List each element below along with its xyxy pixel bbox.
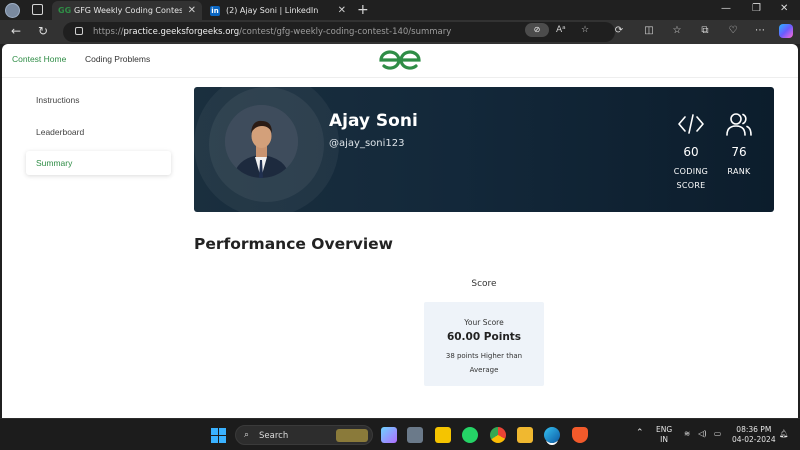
- restore-icon[interactable]: ❐: [752, 3, 761, 14]
- more-options-icon[interactable]: ⋯: [754, 25, 766, 37]
- wifi-icon[interactable]: ≋: [684, 429, 690, 439]
- performance-overview-heading: Performance Overview: [194, 235, 393, 253]
- back-icon[interactable]: ←: [11, 24, 21, 38]
- users-icon: [726, 113, 752, 136]
- score-comparison-note: 38 points Higher than Average: [445, 352, 523, 374]
- gfg-logo-icon[interactable]: [377, 48, 423, 72]
- file-explorer-icon[interactable]: [517, 427, 533, 443]
- brave-icon[interactable]: [572, 427, 588, 443]
- search-highlight-icon: [336, 429, 368, 442]
- language-indicator[interactable]: ENG IN: [656, 425, 672, 445]
- minimize-icon[interactable]: —: [721, 3, 731, 14]
- score-card: Your Score 60.00 Points 38 points Higher…: [424, 302, 544, 386]
- close-window-icon[interactable]: ✕: [780, 3, 788, 14]
- notification-bell-icon[interactable]: 🔔︎: [779, 429, 789, 439]
- copilot-app-icon[interactable]: [381, 427, 397, 443]
- close-tab-icon[interactable]: ✕: [338, 5, 346, 16]
- battery-icon[interactable]: ▭: [714, 429, 721, 439]
- whatsapp-icon[interactable]: [462, 427, 478, 443]
- collections-icon[interactable]: ⧉: [699, 25, 711, 37]
- profile-name: Ajay Soni: [329, 111, 418, 131]
- score-section-title: Score: [471, 279, 497, 289]
- gfg-favicon-icon: GG: [58, 5, 72, 15]
- chrome-icon[interactable]: [490, 427, 506, 443]
- profile-avatar-icon[interactable]: [5, 3, 20, 18]
- tracking-prevention-icon[interactable]: ⊘: [525, 23, 549, 37]
- windows-start-icon[interactable]: [211, 428, 226, 443]
- your-score-label: Your Score: [464, 318, 504, 327]
- code-icon: [678, 114, 704, 134]
- refresh-icon[interactable]: ↻: [38, 24, 48, 38]
- show-hidden-icons-icon[interactable]: ⌃: [636, 428, 644, 438]
- taskbar-search[interactable]: ⌕ Search: [235, 425, 373, 445]
- profile-handle: @ajay_soni123: [329, 138, 405, 149]
- web-page: Contest Home Coding Problems Instruction…: [2, 44, 798, 418]
- rank-stat: 76 RANK: [709, 111, 769, 179]
- taskbar: ⌕ Search ⌃ ENG IN ≋ ◁) ▭ 08:36 PM 04-02-20…: [0, 418, 800, 450]
- profile-avatar: [225, 105, 298, 178]
- copilot-icon[interactable]: [779, 24, 793, 38]
- url-text[interactable]: https://practice.geeksforgeeks.org/conte…: [93, 27, 451, 37]
- tab-title: (2) Ajay Soni | LinkedIn: [226, 6, 319, 15]
- sidebar-item-leaderboard[interactable]: Leaderboard: [26, 120, 171, 144]
- profile-banner: Ajay Soni @ajay_soni123 60 CODING SCORE 7…: [194, 87, 774, 212]
- clock[interactable]: 08:36 PM 04-02-2024: [732, 425, 776, 445]
- linkedin-favicon-icon: in: [210, 5, 220, 16]
- close-tab-icon[interactable]: ✕: [188, 5, 196, 16]
- tab-title: GFG Weekly Coding Contest - 14: [74, 6, 182, 15]
- edge-icon[interactable]: [544, 427, 560, 443]
- favorite-star-icon[interactable]: ☆: [581, 25, 589, 35]
- split-screen-icon[interactable]: ◫: [643, 25, 655, 37]
- refresh-extension-icon[interactable]: ⟳: [613, 25, 625, 37]
- new-tab-icon[interactable]: +: [357, 2, 369, 18]
- browser-tab-linkedin[interactable]: in (2) Ajay Soni | LinkedIn ✕: [204, 1, 352, 20]
- address-toolbar: ← ↻ https://practice.geeksforgeeks.org/c…: [0, 20, 800, 44]
- score-value: 60.00 Points: [446, 331, 522, 343]
- sticky-notes-icon[interactable]: [435, 427, 451, 443]
- browser-essentials-icon[interactable]: ♡: [727, 25, 739, 37]
- sidebar-item-summary[interactable]: Summary: [26, 151, 171, 175]
- browser-tab-strip: GG GFG Weekly Coding Contest - 14 ✕ in (…: [0, 0, 800, 20]
- tab-actions-icon[interactable]: [32, 4, 43, 15]
- sidebar-item-instructions[interactable]: Instructions: [26, 88, 171, 112]
- rank-label: RANK: [727, 167, 751, 176]
- search-icon: ⌕: [244, 430, 250, 440]
- browser-tab-gfg[interactable]: GG GFG Weekly Coding Contest - 14 ✕: [52, 1, 202, 20]
- read-aloud-icon[interactable]: Aᵃ: [556, 25, 566, 35]
- lock-icon: [75, 27, 83, 35]
- contest-home-link[interactable]: Contest Home: [12, 54, 66, 64]
- top-navigation: Contest Home Coding Problems: [2, 44, 798, 78]
- volume-icon[interactable]: ◁): [698, 429, 707, 439]
- favorites-icon[interactable]: ☆: [671, 25, 683, 37]
- rank-value: 76: [731, 145, 747, 159]
- search-label: Search: [259, 431, 289, 441]
- coding-problems-link[interactable]: Coding Problems: [85, 54, 150, 64]
- task-view-icon[interactable]: [407, 427, 423, 443]
